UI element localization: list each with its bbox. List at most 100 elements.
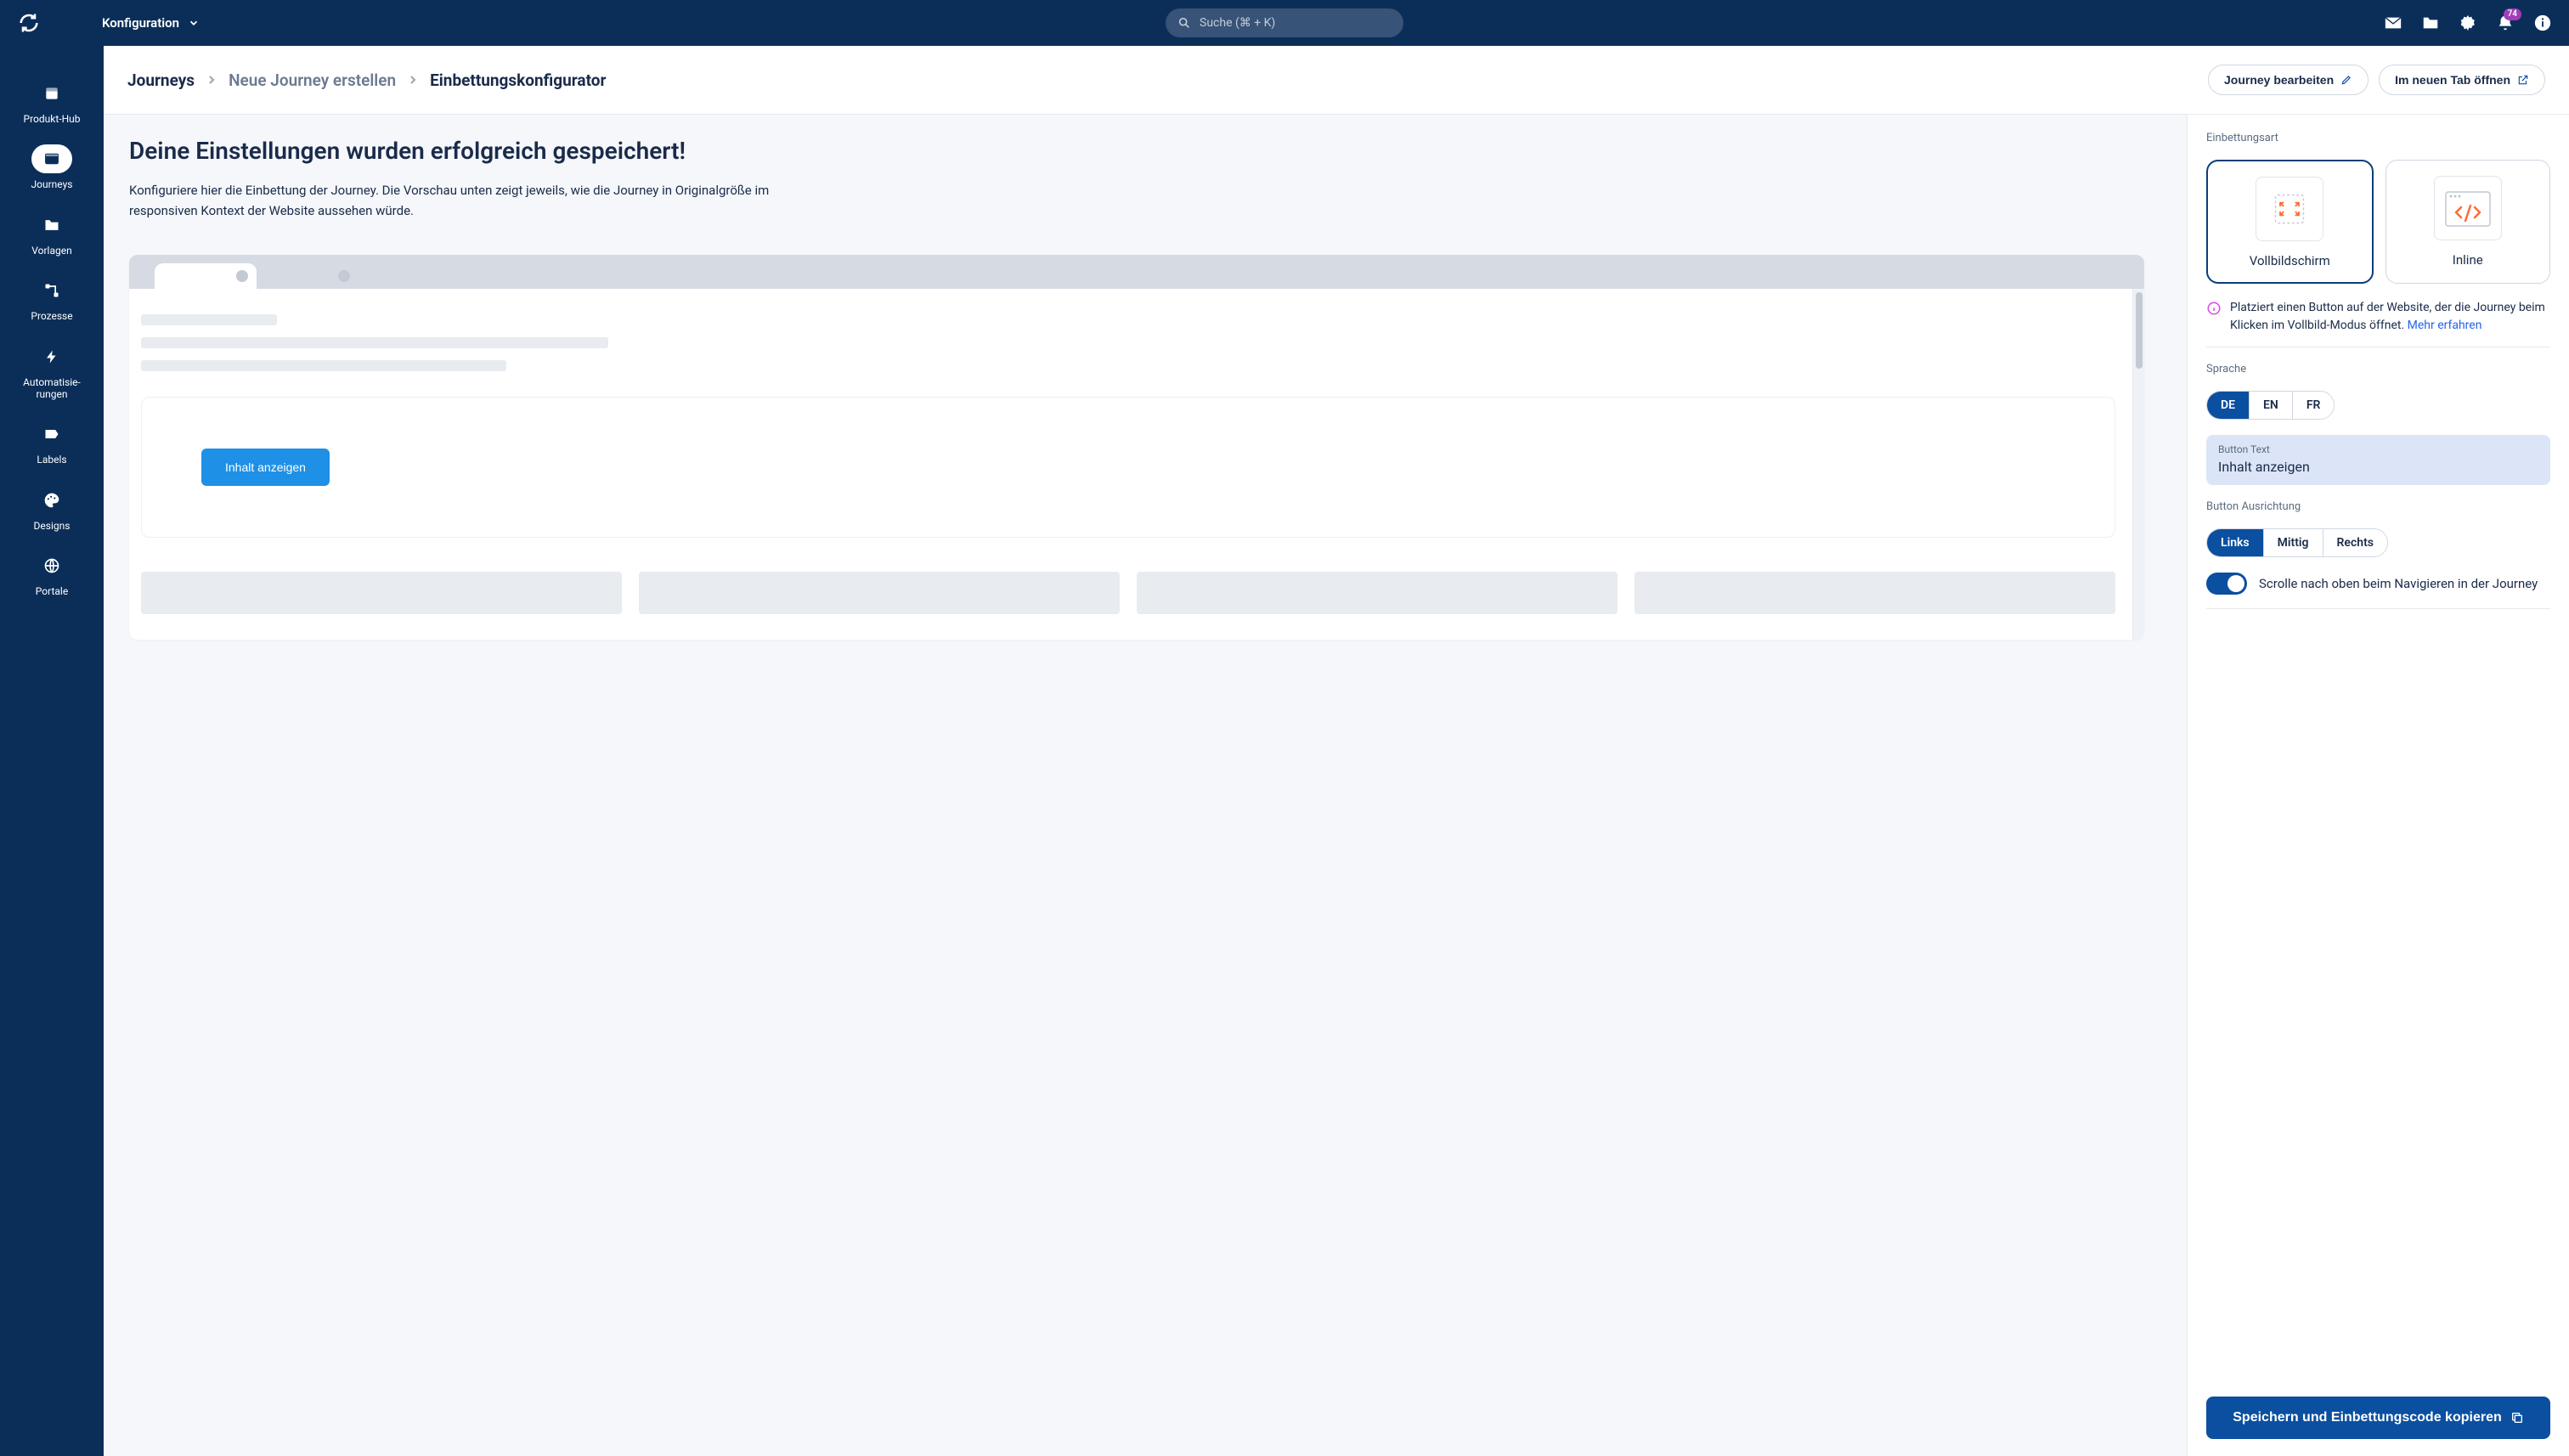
alignment-label: Button Ausrichtung	[2206, 500, 2550, 513]
breadcrumb: Journeys Neue Journey erstellen Einbettu…	[127, 71, 606, 90]
align-center[interactable]: Mittig	[2264, 529, 2323, 556]
scroll-toggle-row: Scrolle nach oben beim Navigieren in der…	[2206, 573, 2550, 609]
preview-column: Deine Einstellungen wurden erfolgreich g…	[104, 115, 2187, 1456]
inline-icon-box	[2434, 176, 2502, 240]
skeleton-line	[141, 314, 277, 325]
chevron-down-icon	[188, 17, 200, 29]
tab-close-icon	[236, 270, 248, 282]
lang-en[interactable]: EN	[2250, 392, 2293, 419]
search-input[interactable]: Suche (⌘ + K)	[1166, 8, 1403, 37]
fullscreen-icon	[2271, 190, 2308, 228]
save-copy-button[interactable]: Speichern und Einbettungscode kopieren	[2206, 1397, 2550, 1439]
mock-footer	[141, 572, 2132, 614]
embed-type-fullscreen[interactable]: Vollbildschirm	[2206, 160, 2374, 284]
save-copy-label: Speichern und Einbettungscode kopieren	[2233, 1410, 2501, 1425]
breadcrumb-create[interactable]: Neue Journey erstellen	[229, 71, 396, 90]
config-dropdown[interactable]: Konfiguration	[102, 15, 200, 31]
lang-fr[interactable]: FR	[2293, 392, 2335, 419]
sidebar-item-designs[interactable]: Designs	[0, 483, 104, 535]
skeleton-block	[141, 572, 622, 614]
logo[interactable]	[17, 11, 102, 35]
embed-preview-card: Inhalt anzeigen	[141, 397, 2115, 538]
skeleton-line	[141, 360, 506, 371]
open-new-tab-button[interactable]: Im neuen Tab öffnen	[2379, 65, 2545, 95]
edit-journey-label: Journey bearbeiten	[2224, 73, 2334, 87]
mail-button[interactable]	[2384, 14, 2402, 32]
copy-icon	[2510, 1411, 2524, 1425]
inline-code-icon	[2442, 187, 2493, 229]
scroll-toggle[interactable]	[2206, 573, 2247, 595]
globe-icon	[43, 557, 60, 574]
saved-heading: Deine Einstellungen wurden erfolgreich g…	[129, 137, 2144, 165]
topbar-actions: 74	[2384, 14, 2552, 32]
preview-launch-button[interactable]: Inhalt anzeigen	[201, 449, 330, 486]
learn-more-link[interactable]: Mehr erfahren	[2408, 319, 2482, 332]
search-container: Suche (⌘ + K)	[1166, 8, 1403, 37]
open-new-tab-label: Im neuen Tab öffnen	[2395, 73, 2510, 87]
button-text-field[interactable]: Button Text Inhalt anzeigen	[2206, 435, 2550, 485]
sidebar-item-vorlagen[interactable]: Vorlagen	[0, 207, 104, 260]
info-row: Platziert einen Button auf der Website, …	[2206, 299, 2550, 347]
alignment-segment: Links Mittig Rechts	[2206, 528, 2388, 557]
workflow-icon	[43, 282, 60, 299]
sidebar-item-label: Designs	[34, 520, 71, 532]
gear-icon	[2459, 14, 2477, 32]
button-text-label: Button Text	[2218, 443, 2538, 455]
sidebar-item-label: Vorlagen	[31, 245, 71, 257]
sidebar-item-label: Produkt-Hub	[24, 113, 81, 125]
breadcrumb-current: Einbettungskonfigurator	[430, 71, 606, 90]
page-header: Journeys Neue Journey erstellen Einbettu…	[104, 46, 2569, 115]
sidebar-item-produkt-hub[interactable]: Produkt-Hub	[0, 76, 104, 128]
chevron-right-icon	[406, 73, 420, 87]
search-placeholder: Suche (⌘ + K)	[1200, 16, 1275, 30]
info-icon	[2206, 301, 2222, 316]
bolt-icon	[44, 349, 59, 364]
settings-button[interactable]	[2459, 14, 2477, 32]
align-right[interactable]: Rechts	[2323, 529, 2387, 556]
fullscreen-icon-box	[2256, 177, 2323, 241]
package-icon	[43, 85, 60, 102]
sidebar-item-prozesse[interactable]: Prozesse	[0, 273, 104, 325]
sidebar: Produkt-Hub Journeys Vorlagen Prozesse A…	[0, 0, 104, 1456]
mock-body: Inhalt anzeigen	[129, 289, 2144, 640]
notifications-button[interactable]: 74	[2496, 14, 2515, 32]
external-link-icon	[2517, 74, 2529, 86]
sidebar-item-journeys[interactable]: Journeys	[0, 141, 104, 194]
lang-de[interactable]: DE	[2207, 392, 2250, 419]
breadcrumb-journeys[interactable]: Journeys	[127, 71, 195, 90]
sidebar-item-label: Labels	[37, 454, 66, 466]
browser-preview: Inhalt anzeigen	[129, 255, 2144, 640]
mock-scrollbar[interactable]	[2132, 289, 2144, 640]
align-left[interactable]: Links	[2207, 529, 2264, 556]
chevron-right-icon	[205, 73, 218, 87]
embed-type-inline[interactable]: Inline	[2386, 160, 2551, 284]
scroll-toggle-label: Scrolle nach oben beim Navigieren in der…	[2259, 575, 2538, 593]
search-icon	[1177, 16, 1191, 30]
sidebar-item-labels[interactable]: Labels	[0, 416, 104, 469]
config-panel: Einbettungsart Vollbildschirm	[2187, 115, 2569, 1456]
folder-button[interactable]	[2421, 14, 2440, 32]
info-icon	[2533, 14, 2552, 32]
info-text: Platziert einen Button auf der Website, …	[2230, 301, 2545, 332]
edit-journey-button[interactable]: Journey bearbeiten	[2208, 65, 2369, 95]
help-button[interactable]	[2533, 14, 2552, 32]
embed-type-label-inline: Inline	[2453, 252, 2483, 268]
mock-tab-inactive	[257, 263, 359, 289]
tab-close-icon	[338, 270, 350, 282]
sidebar-item-automatisierungen[interactable]: Automatisie­rungen	[0, 339, 104, 404]
language-label: Sprache	[2206, 363, 2550, 375]
folder-icon	[43, 217, 60, 234]
config-label: Konfiguration	[102, 15, 179, 31]
notification-badge: 74	[2504, 8, 2521, 20]
mail-icon	[2384, 14, 2402, 32]
header-actions: Journey bearbeiten Im neuen Tab öffnen	[2208, 65, 2545, 95]
sidebar-item-label: Automatisie­rungen	[14, 376, 90, 401]
mock-tab-active	[155, 263, 257, 289]
pencil-icon	[2340, 74, 2352, 86]
embed-type-options: Vollbildschirm Inline	[2206, 160, 2550, 284]
sidebar-item-portale[interactable]: Portale	[0, 548, 104, 601]
sidebar-item-label: Portale	[36, 585, 68, 597]
description-text: Konfiguriere hier die Einbettung der Jou…	[129, 180, 775, 221]
topbar: Konfiguration Suche (⌘ + K) 74	[0, 0, 2569, 46]
skeleton-block	[1137, 572, 1618, 614]
